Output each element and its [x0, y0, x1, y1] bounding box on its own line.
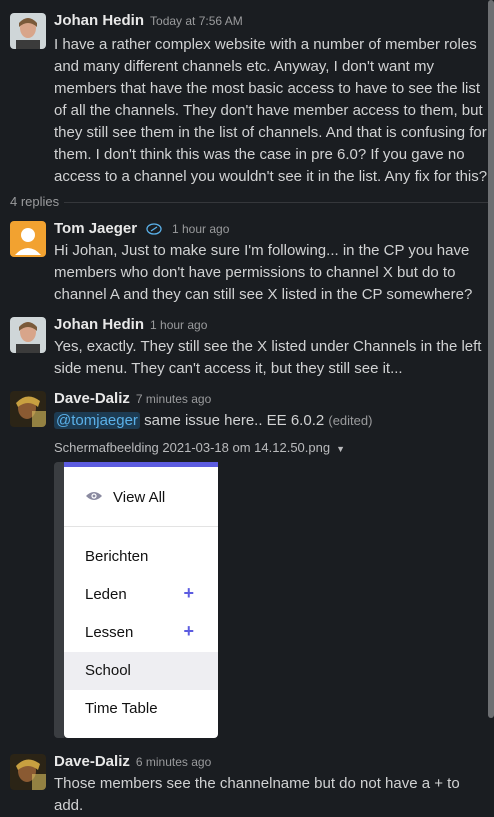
divider: [64, 202, 494, 203]
edited-label: (edited): [328, 413, 373, 428]
attachment-filename[interactable]: Schermafbeelding 2021-03-18 om 14.12.50.…: [54, 440, 345, 455]
menu-item-label: Lessen: [85, 624, 134, 641]
plus-icon: +: [183, 583, 194, 603]
avatar[interactable]: [10, 391, 46, 427]
menu-item-label: School: [85, 662, 131, 679]
chevron-down-icon[interactable]: ▼: [336, 444, 345, 454]
message-text: Yes, exactly. They still see the X liste…: [54, 338, 482, 377]
plus-icon: +: [183, 621, 194, 641]
scrollbar[interactable]: [488, 0, 494, 718]
timestamp[interactable]: Today at 7:56 AM: [150, 14, 243, 28]
message-text: Hi Johan, Just to make sure I'm followin…: [54, 242, 473, 303]
author-name[interactable]: Johan Hedin: [54, 316, 144, 333]
timestamp[interactable]: 1 hour ago: [172, 222, 229, 236]
author-name[interactable]: Dave-Daliz: [54, 390, 130, 407]
user-mention[interactable]: @tomjaeger: [54, 412, 140, 429]
menu-item-label: Berichten: [85, 548, 149, 565]
eye-icon: [85, 489, 103, 507]
menu-item: Lessen +: [64, 614, 218, 652]
avatar[interactable]: [10, 317, 46, 353]
menu-item: Leden +: [64, 576, 218, 614]
menu-item: Berichten: [64, 538, 218, 576]
view-all-label: View All: [113, 489, 166, 506]
author-name[interactable]: Dave-Daliz: [54, 753, 130, 770]
avatar[interactable]: [10, 754, 46, 790]
menu-accent-bar: [64, 462, 218, 467]
attachment-filename-text: Schermafbeelding 2021-03-18 om 14.12.50.…: [54, 440, 331, 455]
menu-divider: [64, 526, 218, 527]
menu-item: Time Table: [64, 690, 218, 728]
avatar[interactable]: [10, 13, 46, 49]
author-name[interactable]: Tom Jaeger: [54, 220, 137, 237]
timestamp[interactable]: 1 hour ago: [150, 318, 207, 332]
author-name[interactable]: Johan Hedin: [54, 12, 144, 29]
replies-count: 4 replies: [10, 194, 60, 209]
message-text: I have a rather complex website with a n…: [54, 36, 488, 185]
menu-item-highlighted: School: [64, 652, 218, 690]
image-edge: [54, 462, 64, 738]
message-text: Those members see the channelname but do…: [54, 775, 460, 814]
message-body: same issue here.. EE 6.0.2: [139, 412, 329, 429]
attachment-menu-preview: View All Berichten Leden + Lessen + Scho…: [64, 462, 218, 738]
avatar[interactable]: [10, 221, 46, 257]
menu-item-label: Leden: [85, 586, 127, 603]
external-member-icon: [145, 222, 162, 240]
timestamp[interactable]: 6 minutes ago: [136, 755, 211, 769]
timestamp[interactable]: 7 minutes ago: [136, 392, 211, 406]
menu-item-label: Time Table: [85, 700, 158, 717]
message-text: @tomjaeger same issue here.. EE 6.0.2 (e…: [54, 410, 490, 432]
